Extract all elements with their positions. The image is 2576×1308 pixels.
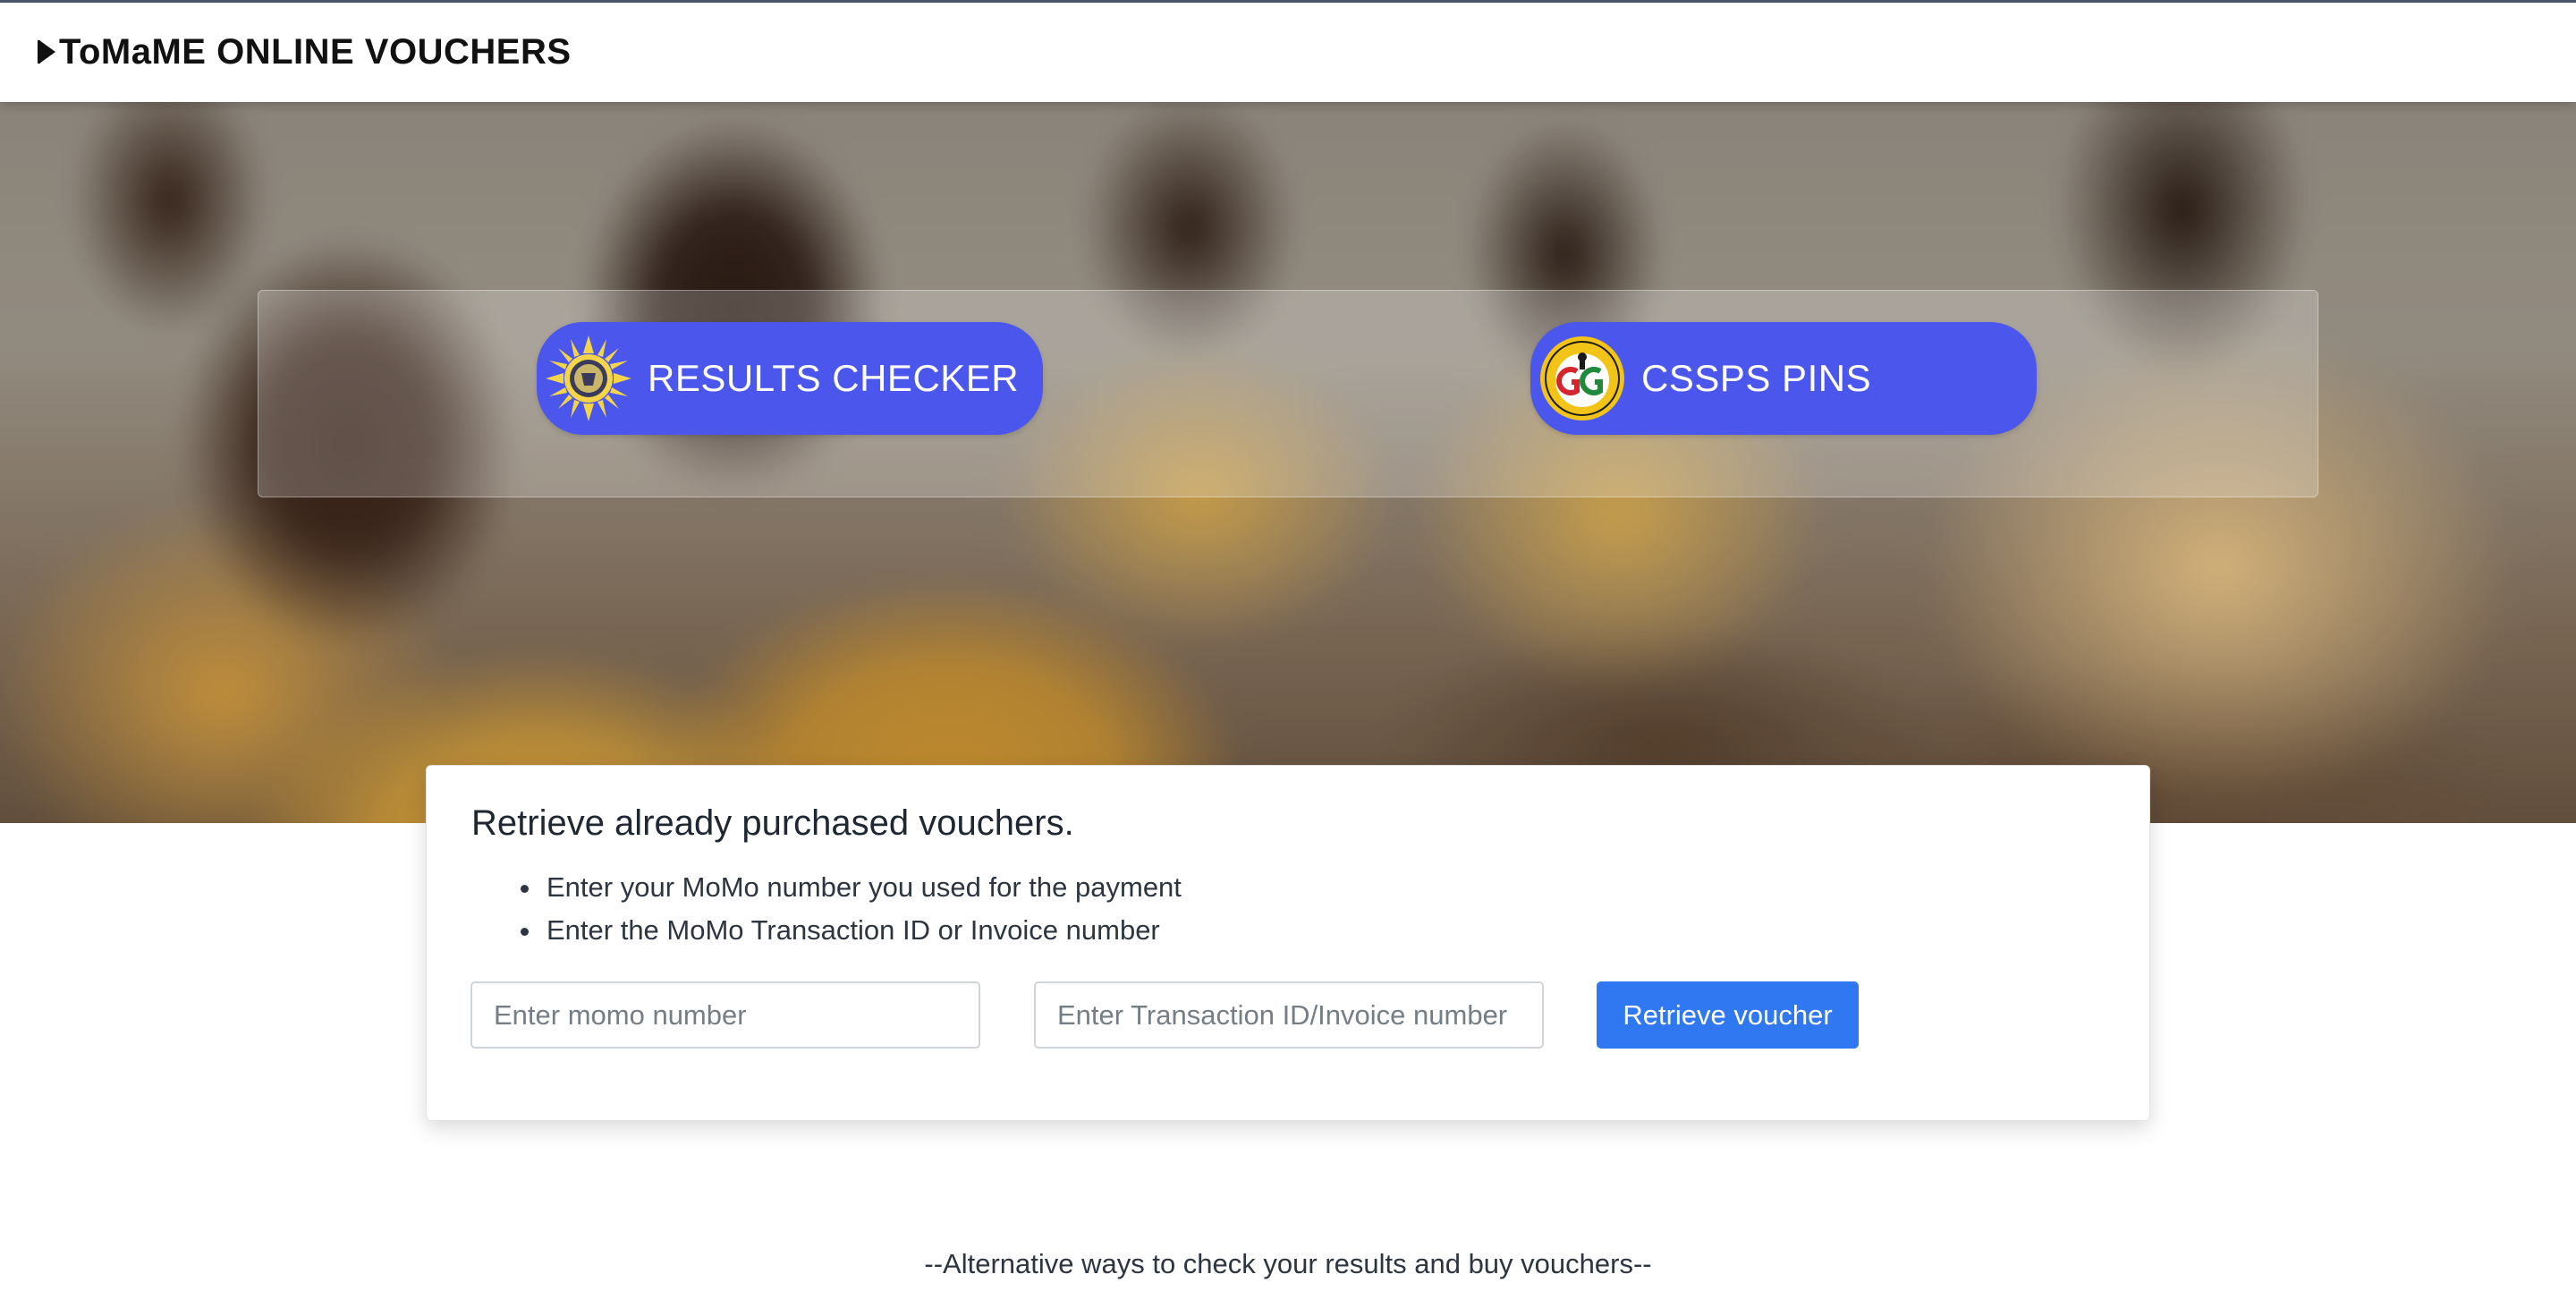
- hero-banner: RESULTS CHECKER CSSPS PINS: [0, 102, 2576, 823]
- cssps-pins-button[interactable]: CSSPS PINS: [1530, 322, 2037, 435]
- instruction-item: Enter the MoMo Transaction ID or Invoice…: [543, 909, 1182, 952]
- play-triangle-icon: [38, 40, 55, 64]
- instruction-item: Enter your MoMo number you used for the …: [543, 866, 1182, 909]
- brand-text: ToMaME ONLINE VOUCHERS: [59, 31, 572, 72]
- waec-seal-logo: [546, 335, 631, 421]
- navbar: ToMaME ONLINE VOUCHERS: [0, 0, 2576, 102]
- brand-link[interactable]: ToMaME ONLINE VOUCHERS: [38, 30, 572, 74]
- retrieve-title: Retrieve already purchased vouchers.: [471, 803, 1074, 843]
- ges-logo: [1540, 336, 1624, 420]
- retrieve-vouchers-card: Retrieve already purchased vouchers. Ent…: [426, 765, 2150, 1121]
- results-checker-button[interactable]: RESULTS CHECKER: [537, 322, 1043, 435]
- retrieve-voucher-button[interactable]: Retrieve voucher: [1597, 981, 1859, 1049]
- alternative-ways-heading: --Alternative ways to check your results…: [924, 1248, 1652, 1279]
- transaction-id-input[interactable]: [1034, 981, 1544, 1049]
- results-checker-label: RESULTS CHECKER: [648, 357, 1020, 399]
- retrieve-instructions: Enter your MoMo number you used for the …: [471, 866, 1182, 952]
- cssps-pins-label: CSSPS PINS: [1641, 357, 1872, 399]
- momo-number-input[interactable]: [470, 981, 980, 1049]
